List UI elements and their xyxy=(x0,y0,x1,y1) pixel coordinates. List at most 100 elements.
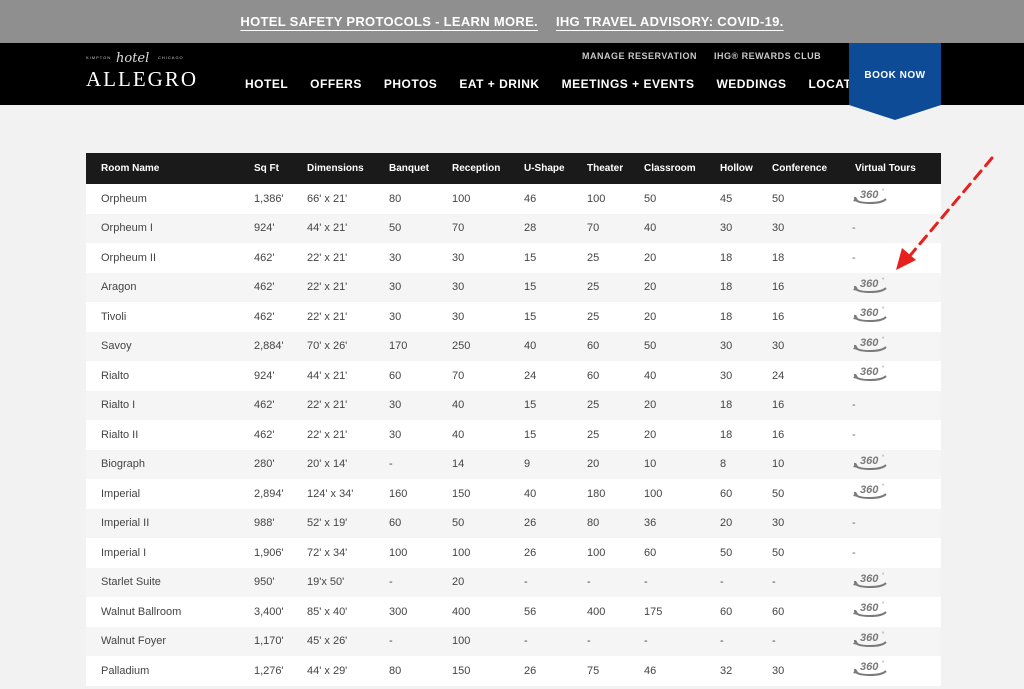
nav-hotel[interactable]: HOTEL xyxy=(245,77,288,91)
table-cell: 25 xyxy=(587,281,600,294)
table-cell: 16 xyxy=(772,281,785,294)
travel-advisory-link[interactable]: IHG TRAVEL ADVISORY: COVID-19. xyxy=(556,14,784,29)
table-cell: 300 xyxy=(389,605,408,618)
360-tour-icon[interactable]: 360 ° xyxy=(852,572,890,590)
table-cell: 100 xyxy=(452,635,471,648)
table-cell: 50 xyxy=(389,222,402,235)
360-tour-icon[interactable]: 360 ° xyxy=(852,483,890,501)
table-cell: 25 xyxy=(587,399,600,412)
360-tour-icon[interactable]: 360 ° xyxy=(852,188,890,206)
logo-script: hotel xyxy=(116,51,150,66)
table-cell: 50 xyxy=(720,546,733,559)
table-cell: 462' xyxy=(254,251,275,264)
360-tour-icon[interactable]: 360 ° xyxy=(852,277,890,295)
table-cell: 60 xyxy=(587,369,600,382)
table-cell: 25 xyxy=(587,428,600,441)
table-cell: - xyxy=(587,635,591,648)
book-now-button[interactable]: BOOK NOW xyxy=(849,43,941,105)
table-cell: 20 xyxy=(644,251,657,264)
table-cell: 3,400' xyxy=(254,605,284,618)
360-tour-icon[interactable]: 360 ° xyxy=(852,336,890,354)
nav-offers[interactable]: OFFERS xyxy=(310,77,362,91)
table-cell: - xyxy=(389,458,393,471)
nav-photos[interactable]: PHOTOS xyxy=(384,77,437,91)
red-dashed-arrow-icon xyxy=(896,156,994,270)
virtual-tour-none: - xyxy=(852,428,856,441)
table-cell: 19'x 50' xyxy=(307,576,345,589)
room-name-cell: Starlet Suite xyxy=(101,576,161,589)
table-cell: 15 xyxy=(524,399,537,412)
table-cell: 124' x 34' xyxy=(307,487,354,500)
table-cell: 30 xyxy=(452,310,465,323)
360-tour-icon[interactable]: 360 ° xyxy=(852,660,890,678)
table-cell: 100 xyxy=(587,192,606,205)
table-cell: 16 xyxy=(772,310,785,323)
virtual-tour-cell: 360 ° xyxy=(840,361,941,391)
table-row: Rialto I 462' 22' x 21' 30 40 15 25 20 18 16 - xyxy=(86,390,941,420)
table-row: Aragon 462' 22' x 21' 30 30 15 25 20 18 16 360 ° xyxy=(86,272,941,302)
table-cell: 250 xyxy=(452,340,471,353)
table-cell: 180 xyxy=(587,487,606,500)
table-cell: 80 xyxy=(587,517,600,530)
virtual-tour-cell: 360 ° xyxy=(840,597,941,627)
table-cell: 100 xyxy=(452,192,471,205)
table-cell: 400 xyxy=(587,605,606,618)
table-cell: - xyxy=(587,576,591,589)
360-tour-icon[interactable]: 360 ° xyxy=(852,306,890,324)
svg-text:360: 360 xyxy=(860,455,879,467)
site-header: KIMPTON hotel CHICAGO ALLEGRO MANAGE RES… xyxy=(0,43,1024,105)
nav-meetings-events[interactable]: MEETINGS + EVENTS xyxy=(562,77,695,91)
table-cell: 400 xyxy=(452,605,471,618)
rewards-club-link[interactable]: IHG® REWARDS CLUB xyxy=(714,51,821,61)
room-name-cell: Orpheum xyxy=(101,192,147,205)
logo-kimpton: KIMPTON xyxy=(86,55,112,60)
safety-protocols-link[interactable]: HOTEL SAFETY PROTOCOLS - LEARN MORE. xyxy=(240,14,538,29)
room-name-cell: Imperial I xyxy=(101,546,147,559)
360-tour-icon[interactable]: 360 ° xyxy=(852,631,890,649)
room-name-cell: Orpheum II xyxy=(101,251,157,264)
table-cell: - xyxy=(644,576,648,589)
table-cell: 60 xyxy=(587,340,600,353)
logo-city: CHICAGO xyxy=(158,55,184,60)
hotel-logo[interactable]: KIMPTON hotel CHICAGO ALLEGRO xyxy=(86,51,196,97)
table-cell: 15 xyxy=(524,251,537,264)
table-row: Imperial 2,894' 124' x 34' 160 150 40 180 100 60… xyxy=(86,479,941,509)
table-row: Orpheum I 924' 44' x 21' 50 70 28 70 40 30 30- xyxy=(86,213,941,243)
book-now-pointer xyxy=(849,105,941,120)
room-name-cell: Tivoli xyxy=(101,310,127,323)
manage-reservation-link[interactable]: MANAGE RESERVATION xyxy=(582,51,697,61)
table-cell: 70 xyxy=(452,369,465,382)
table-cell: - xyxy=(524,635,528,648)
main-nav: HOTEL OFFERS PHOTOS EAT + DRINK MEETINGS… xyxy=(245,77,874,91)
360-tour-icon[interactable]: 360 ° xyxy=(852,365,890,383)
table-cell: 26 xyxy=(524,517,537,530)
table-row: Imperial I 1,906' 72' x 34' 100 100 26 100 60 50… xyxy=(86,538,941,568)
360-tour-icon[interactable]: 360 ° xyxy=(852,454,890,472)
table-cell: 70' x 26' xyxy=(307,340,348,353)
table-cell: 45' x 26' xyxy=(307,635,348,648)
table-cell: 40 xyxy=(452,399,465,412)
nav-weddings[interactable]: WEDDINGS xyxy=(716,77,786,91)
table-cell: 85' x 40' xyxy=(307,605,348,618)
virtual-tour-cell: 360 ° xyxy=(840,450,941,480)
svg-text:°: ° xyxy=(882,307,885,313)
table-cell: 20 xyxy=(587,458,600,471)
table-cell: 20 xyxy=(720,517,733,530)
svg-text:360: 360 xyxy=(860,366,879,378)
table-cell: 60 xyxy=(644,546,657,559)
nav-eat-drink[interactable]: EAT + DRINK xyxy=(459,77,539,91)
table-cell: 20 xyxy=(644,399,657,412)
room-name-cell: Rialto I xyxy=(101,399,136,412)
table-cell: 988' xyxy=(254,517,275,530)
column-header-classroom: Classroom xyxy=(644,163,696,174)
table-cell: 15 xyxy=(524,428,537,441)
table-cell: 20' x 14' xyxy=(307,458,348,471)
table-cell: 44' x 21' xyxy=(307,222,348,235)
table-cell: 100 xyxy=(587,546,606,559)
table-row: Biograph 280' 20' x 14' - 14 9 20 10 8 10 360 ° xyxy=(86,449,941,480)
table-cell: 56 xyxy=(524,605,537,618)
table-cell: 66' x 21' xyxy=(307,192,348,205)
svg-text:°: ° xyxy=(882,278,885,284)
table-header-row: Room Name Sq Ft Dimensions Banquet Reception… xyxy=(86,153,941,184)
360-tour-icon[interactable]: 360 ° xyxy=(852,601,890,619)
